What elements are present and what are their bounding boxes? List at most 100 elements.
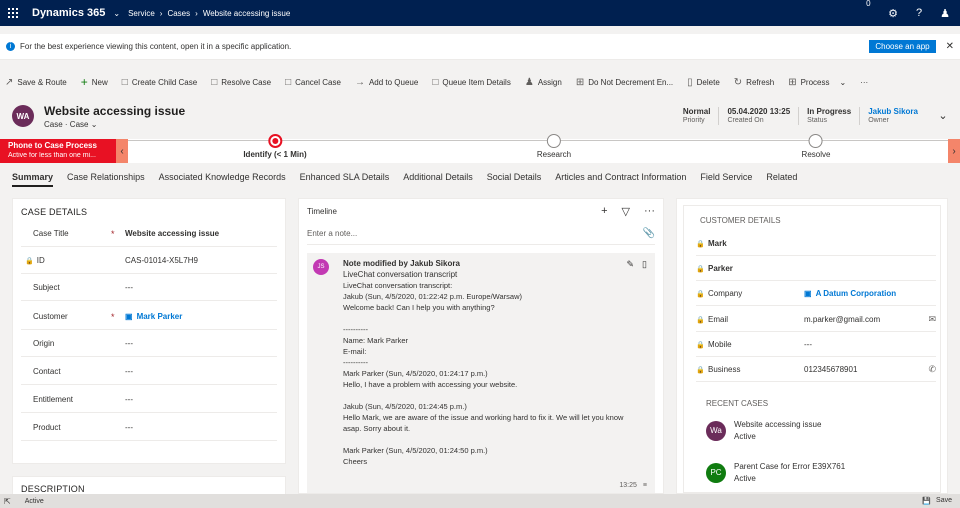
field-value: m.parker@gmail.com: [804, 315, 881, 324]
field-label: Email: [708, 315, 729, 324]
command-label: Assign: [537, 77, 562, 87]
case-details-section: CASE DETAILS Case Title * Website access…: [12, 198, 286, 464]
tab-articles-contract[interactable]: Articles and Contract Information: [555, 172, 686, 187]
timeline-note[interactable]: JS ✎ ▯ Note modified by Jakub Sikora Liv…: [307, 253, 655, 493]
paperclip-icon[interactable]: 📎: [643, 228, 655, 239]
form-selector[interactable]: Case · Case ⌄: [44, 120, 185, 129]
customer-mobile[interactable]: 🔒 Mobile ---: [696, 333, 936, 357]
breadcrumb-record[interactable]: Website accessing issue: [203, 9, 290, 18]
customer-business-phone[interactable]: 🔒 Business 012345678901 ✆: [696, 358, 936, 382]
app-launcher-icon[interactable]: [0, 0, 26, 26]
field-id[interactable]: 🔒 ID CAS-01014-X5L7H9: [21, 248, 277, 274]
header-status: In Progress Status: [798, 107, 859, 125]
app-name[interactable]: Dynamics 365: [32, 7, 105, 19]
filter-icon[interactable]: ▽: [622, 205, 630, 218]
tab-enhanced-sla-details[interactable]: Enhanced SLA Details: [300, 172, 390, 187]
owner-link[interactable]: Jakub Sikora: [868, 107, 918, 117]
user-icon[interactable]: ♟: [940, 7, 950, 20]
field-customer[interactable]: Customer * ▣ Mark Parker: [21, 304, 277, 330]
command-label: Resolve Case: [221, 77, 272, 87]
save-label: Save: [936, 497, 952, 504]
chevron-left-icon[interactable]: ‹: [116, 139, 128, 163]
process-button[interactable]: ⊞ Process ⌄: [788, 77, 846, 88]
tab-additional-details[interactable]: Additional Details: [403, 172, 473, 187]
menu-lines-icon[interactable]: ≡: [643, 482, 647, 489]
stage-identify[interactable]: Identify (< 1 Min): [243, 134, 307, 159]
customer-card: CUSTOMER DETAILS 🔒 Mark 🔒 Parker 🔒 Compa…: [683, 205, 941, 493]
tab-social-details[interactable]: Social Details: [487, 172, 542, 187]
recent-cases-title: RECENT CASES: [706, 399, 769, 408]
save-route-button[interactable]: ↗ Save & Route: [5, 77, 67, 88]
field-contact[interactable]: Contact ---: [21, 359, 277, 385]
tab-field-service[interactable]: Field Service: [700, 172, 752, 187]
customer-first-name[interactable]: 🔒 Mark: [696, 232, 936, 256]
notification-bell-icon[interactable]: 0: [866, 0, 870, 19]
chevron-right-icon: ›: [159, 8, 163, 18]
recent-case-item[interactable]: PC Parent Case for Error E39X761 Active: [706, 462, 926, 483]
company-link[interactable]: ▣ A Datum Corporation: [804, 289, 896, 298]
refresh-button[interactable]: ↻ Refresh: [734, 77, 774, 88]
choose-app-button[interactable]: Choose an app: [869, 40, 936, 53]
info-banner: i For the best experience viewing this c…: [0, 34, 960, 60]
add-icon[interactable]: +: [601, 205, 607, 218]
field-value: ---: [125, 339, 133, 348]
resolve-case-button[interactable]: □ Resolve Case: [211, 77, 271, 88]
document-icon: □: [211, 76, 218, 88]
breadcrumb-cases[interactable]: Cases: [167, 9, 190, 18]
add-to-queue-button[interactable]: → Add to Queue: [355, 77, 418, 88]
note-author-avatar: JS: [313, 259, 329, 275]
ellipsis-icon[interactable]: ···: [644, 205, 655, 218]
assign-button[interactable]: ♟ Assign: [525, 77, 562, 88]
lock-icon: 🔒: [696, 290, 705, 298]
field-product[interactable]: Product ---: [21, 415, 277, 441]
field-label: Contact: [33, 367, 61, 376]
field-origin[interactable]: Origin ---: [21, 331, 277, 357]
do-not-decrement-button[interactable]: ⊞ Do Not Decrement En...: [576, 77, 673, 88]
note-input[interactable]: Enter a note... 📎: [307, 223, 655, 245]
customer-email[interactable]: 🔒 Email m.parker@gmail.com ✉: [696, 308, 936, 332]
field-case-title[interactable]: Case Title * Website accessing issue: [21, 221, 277, 247]
lock-icon: 🔒: [696, 341, 705, 349]
customer-company[interactable]: 🔒 Company ▣ A Datum Corporation: [696, 282, 936, 306]
tab-summary[interactable]: Summary: [12, 172, 54, 187]
process-flag[interactable]: Phone to Case Process Active for less th…: [0, 139, 116, 163]
tab-case-relationships[interactable]: Case Relationships: [67, 172, 145, 187]
help-icon[interactable]: ?: [916, 7, 922, 19]
edit-icon[interactable]: ✎: [627, 259, 635, 270]
save-status-button[interactable]: 💾 Save: [922, 497, 952, 505]
field-label: Customer: [33, 312, 68, 321]
stage-research[interactable]: Research: [537, 134, 571, 159]
customer-link[interactable]: ▣ Mark Parker: [125, 312, 182, 321]
cancel-case-button[interactable]: □ Cancel Case: [285, 77, 341, 88]
tab-related[interactable]: Related: [766, 172, 797, 187]
gear-icon[interactable]: ⚙: [888, 7, 898, 20]
field-label: Business: [708, 365, 741, 374]
send-email-icon[interactable]: ✉: [928, 314, 936, 325]
recent-case-item[interactable]: Wa Website accessing issue Active: [706, 420, 926, 441]
tab-associated-knowledge-records[interactable]: Associated Knowledge Records: [159, 172, 286, 187]
stage-resolve[interactable]: Resolve: [802, 134, 830, 159]
field-subject[interactable]: Subject ---: [21, 275, 277, 301]
chevron-right-icon[interactable]: ›: [948, 139, 960, 163]
field-label-text: ID: [36, 256, 45, 265]
customer-last-name[interactable]: 🔒 Parker: [696, 257, 936, 281]
trash-icon[interactable]: ▯: [642, 259, 647, 270]
required-marker: *: [111, 228, 115, 239]
phone-icon[interactable]: ✆: [928, 364, 936, 375]
more-commands-button[interactable]: ···: [860, 78, 868, 87]
field-label: Subject: [33, 283, 60, 292]
create-child-case-button[interactable]: □ Create Child Case: [122, 77, 197, 88]
chevron-down-icon[interactable]: ⌄: [113, 9, 120, 18]
chevron-down-icon[interactable]: ⌄: [926, 109, 960, 122]
queue-item-details-button[interactable]: □ Queue Item Details: [432, 77, 511, 88]
priority-label: Priority: [682, 116, 705, 124]
delete-button[interactable]: ▯ Delete: [687, 77, 720, 88]
status-label: Status: [807, 116, 828, 124]
breadcrumb-service[interactable]: Service: [128, 9, 155, 18]
field-entitlement[interactable]: Entitlement ---: [21, 387, 277, 413]
process-name: Phone to Case Process: [8, 141, 97, 150]
close-icon[interactable]: ✕: [946, 41, 954, 52]
open-window-icon[interactable]: ⇱: [4, 497, 11, 506]
new-button[interactable]: + New: [81, 75, 108, 89]
info-icon: i: [6, 42, 15, 51]
